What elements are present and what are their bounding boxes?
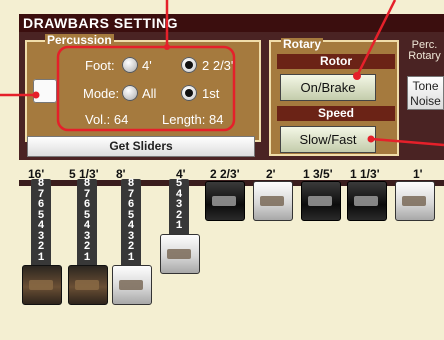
drawbar-footage-label: 2' bbox=[266, 167, 276, 181]
drawbar-knob-grip bbox=[354, 196, 378, 206]
drawbar-level-number: 8 bbox=[37, 178, 45, 190]
drawbar-level-number: 3 bbox=[175, 199, 183, 211]
callout-dot-percussion bbox=[164, 44, 170, 50]
drawbar-level-number: 2 bbox=[127, 241, 135, 253]
callout-dot-checkbox bbox=[32, 91, 40, 99]
drawbar-rod: 87654321 bbox=[77, 179, 97, 267]
highlight-percussion-box bbox=[56, 45, 236, 132]
drawbar-knob[interactable] bbox=[395, 181, 435, 221]
drawbar-level-number: 4 bbox=[83, 220, 91, 232]
callout-line-speed bbox=[371, 137, 444, 147]
drawbar-knob[interactable] bbox=[22, 265, 62, 305]
callout-dot-speed bbox=[367, 135, 375, 143]
drawbar-knob[interactable] bbox=[160, 234, 200, 274]
drawbar-level-number: 6 bbox=[83, 199, 91, 211]
drawbar-level-number: 1 bbox=[83, 251, 91, 264]
drawbar-knob-grip bbox=[402, 196, 426, 206]
drawbar-knob-grip bbox=[75, 280, 99, 290]
drawbar-knob[interactable] bbox=[253, 181, 293, 221]
drawbar-level-number: 1 bbox=[127, 251, 135, 264]
drawbar-knob[interactable] bbox=[301, 181, 341, 221]
drawbar-knob[interactable] bbox=[112, 265, 152, 305]
drawbar-level-number: 4 bbox=[37, 220, 45, 232]
drawbar-level-number: 1 bbox=[37, 251, 45, 264]
drawbar-knob-grip bbox=[260, 196, 284, 206]
drawbar-knob-grip bbox=[308, 196, 332, 206]
drawbar-footage-label: 1 1/3' bbox=[350, 167, 380, 181]
callout-line-rotor bbox=[356, 0, 397, 75]
drawbar-level-number: 6 bbox=[37, 199, 45, 211]
drawbar-footage-label: 1' bbox=[413, 167, 423, 181]
drawbar-level-number: 2 bbox=[37, 241, 45, 253]
drawbar-knob[interactable] bbox=[205, 181, 245, 221]
drawbar-level-number: 4 bbox=[127, 220, 135, 232]
drawbars-screen: DRAWBARS SETTING Percussion Foot: 4' 2 2… bbox=[0, 0, 444, 340]
drawbar-rod: 87654321 bbox=[121, 179, 141, 267]
callout-dot-rotor bbox=[353, 72, 361, 80]
drawbar-knob-grip bbox=[119, 280, 143, 290]
drawbar-level-number: 8 bbox=[83, 178, 91, 190]
drawbar-rod: 87654321 bbox=[31, 179, 51, 267]
drawbar-knob-grip bbox=[167, 249, 191, 259]
drawbar-rod: 54321 bbox=[169, 179, 189, 236]
drawbar-level-number: 5 bbox=[175, 178, 183, 190]
drawbar-level-number: 8 bbox=[127, 178, 135, 190]
drawbar-level-number: 2 bbox=[83, 241, 91, 253]
drawbar-knob-grip bbox=[212, 196, 236, 206]
drawbar-knob[interactable] bbox=[347, 181, 387, 221]
drawbar-level-number: 6 bbox=[127, 199, 135, 211]
drawbar-footage-label: 2 2/3' bbox=[210, 167, 240, 181]
drawbar-knob[interactable] bbox=[68, 265, 108, 305]
drawbar-footage-label: 1 3/5' bbox=[303, 167, 333, 181]
drawbar-level-number: 1 bbox=[175, 220, 183, 232]
drawbar-knob-grip bbox=[29, 280, 53, 290]
